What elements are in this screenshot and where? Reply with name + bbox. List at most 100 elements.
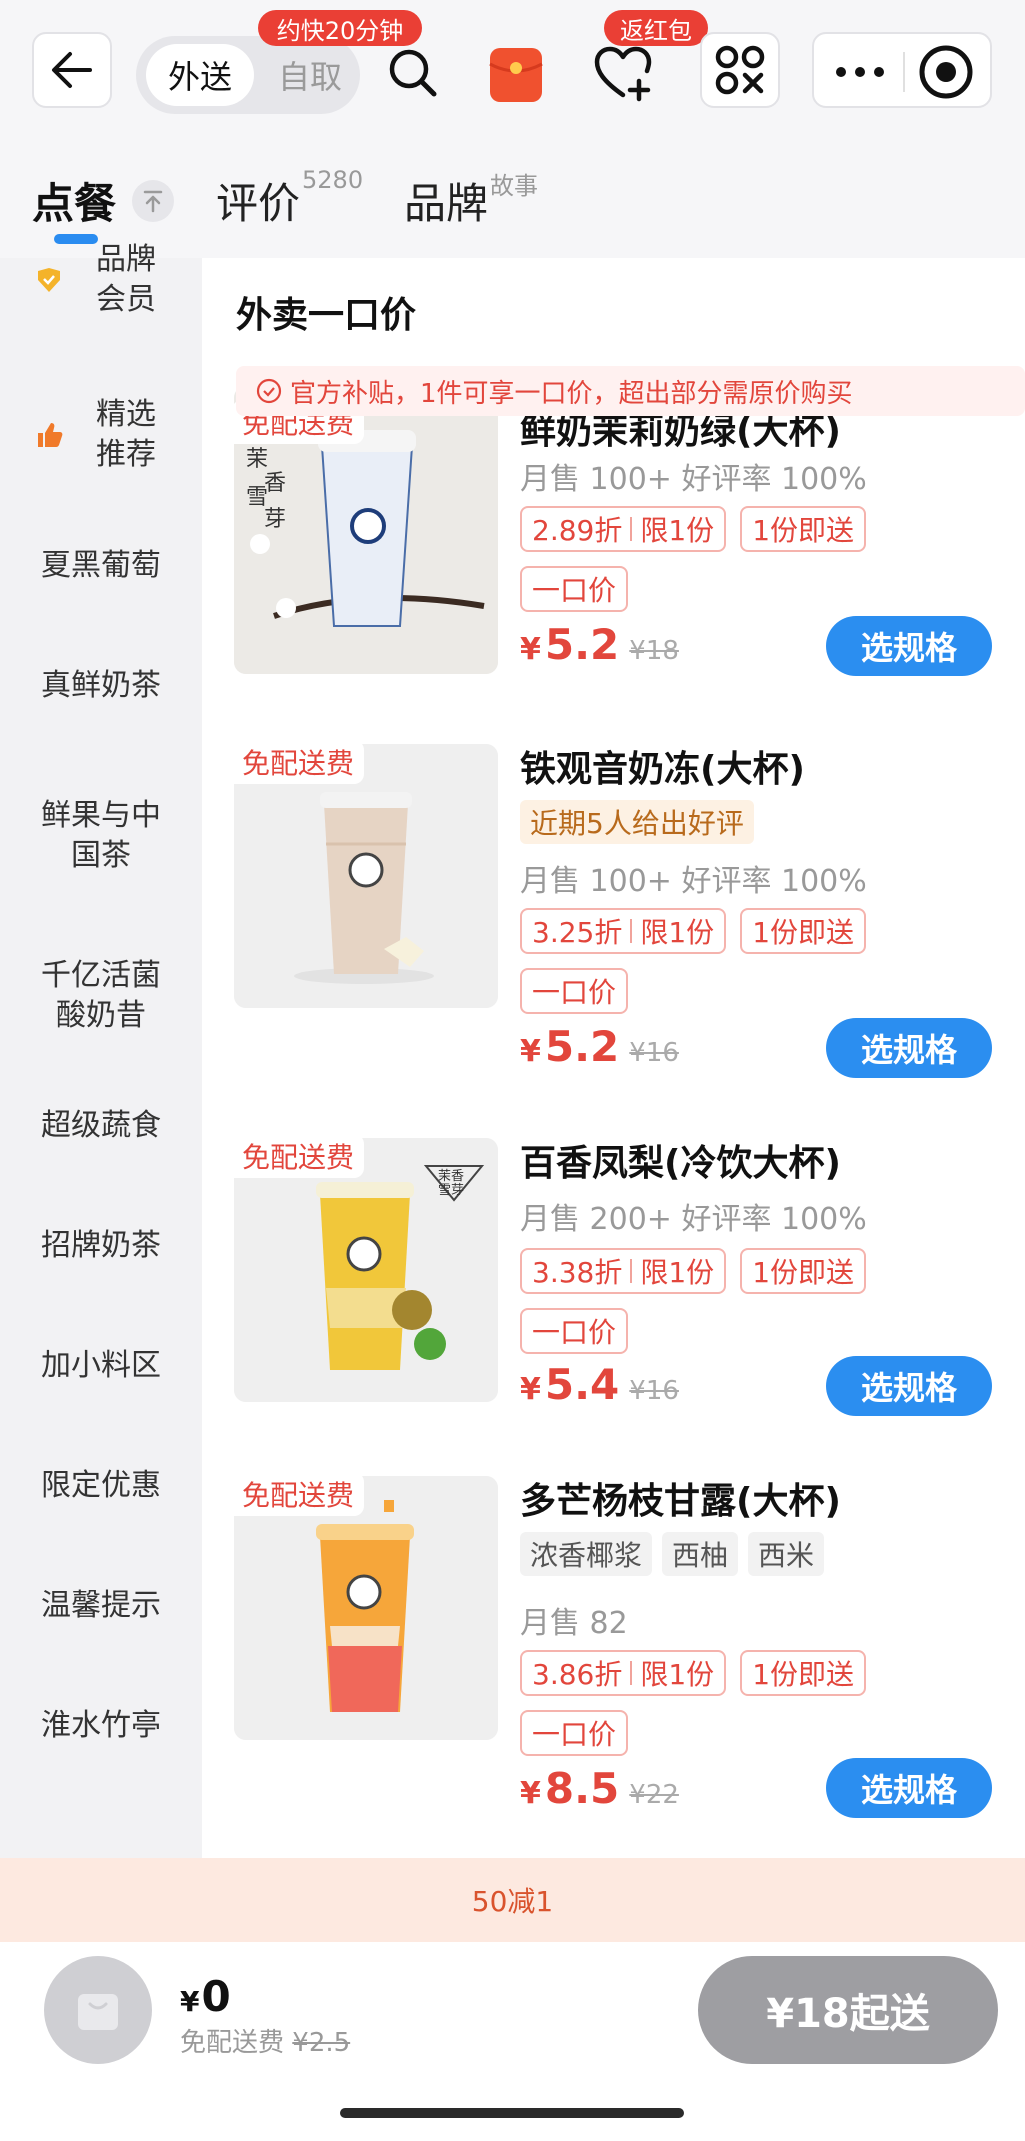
tab-order[interactable]: 点餐	[32, 170, 116, 231]
select-spec-button[interactable]: 选规格	[826, 1018, 992, 1078]
promo-banner[interactable]: 50减1	[0, 1858, 1025, 1942]
original-price: ¥16	[629, 1038, 679, 1068]
sidebar-item-label: 招牌奶茶	[41, 1228, 161, 1263]
currency: ¥	[520, 1372, 541, 1407]
tab-order-label: 点餐	[32, 179, 117, 228]
heart-plus-icon	[594, 46, 652, 102]
product-card[interactable]: 免配送费 铁观音奶冻(大杯) 近期5人给出好评 月售 100+ 好评率 100%…	[202, 740, 1025, 1080]
product-price: ¥5.4 ¥16	[520, 1360, 679, 1409]
select-spec-button[interactable]: 选规格	[826, 616, 992, 676]
cart-total: ¥0	[180, 1972, 231, 2021]
praise-tag: 近期5人给出好评	[520, 800, 754, 844]
fast-delivery-bubble: 约快20分钟	[258, 10, 422, 46]
product-price: ¥5.2 ¥16	[520, 1022, 679, 1071]
sidebar-item-limited[interactable]: 限定优惠	[0, 1456, 202, 1516]
back-button[interactable]	[32, 32, 112, 108]
limit-value: 限1份	[640, 916, 715, 949]
tab-brand[interactable]: 品牌故事	[404, 170, 538, 231]
more-button[interactable]	[828, 48, 892, 96]
promo-tags: 3.86折 限1份 1份即送	[520, 1650, 867, 1696]
review-count: 5280	[302, 166, 364, 194]
product-stats: 月售 100+ 好评率 100%	[520, 462, 867, 497]
promo-tags: 3.38折 限1份 1份即送	[520, 1248, 867, 1294]
product-name[interactable]: 多芒杨枝甘露(大杯)	[520, 1472, 841, 1524]
svg-text:茉香: 茉香	[438, 1169, 464, 1184]
fixed-price-tag: 一口价	[520, 1308, 629, 1354]
promo-tags: 3.25折 限1份 1份即送	[520, 908, 867, 954]
product-name[interactable]: 百香凤梨(冷饮大杯)	[520, 1134, 841, 1186]
search-button[interactable]	[384, 44, 442, 102]
free-delivery-badge: 免配送费	[232, 1472, 365, 1516]
tab-review[interactable]: 评价5280	[216, 166, 363, 231]
select-spec-button[interactable]: 选规格	[826, 1356, 992, 1416]
cart-button[interactable]	[44, 1956, 152, 2064]
currency: ¥	[520, 1776, 541, 1811]
price-value: 8.5	[544, 1764, 620, 1813]
delivery-mode-toggle[interactable]: 外送 自取	[136, 36, 360, 114]
discount-value: 3.86折	[532, 1658, 623, 1691]
fixed-price-tag: 一口价	[520, 566, 629, 612]
thumbs-up-icon	[34, 420, 64, 450]
sidebar-item-label: 夏黑葡萄	[41, 548, 161, 583]
shopping-bag-icon	[78, 1994, 118, 2030]
red-packet-icon	[489, 48, 543, 102]
fixed-price-tag: 一口价	[520, 968, 629, 1014]
sidebar-item-signature[interactable]: 招牌奶茶	[0, 1216, 202, 1276]
delivery-tag: 1份即送	[740, 908, 867, 954]
sidebar-item-grape[interactable]: 夏黑葡萄	[0, 536, 202, 596]
mini-program-capsule	[812, 32, 992, 108]
delivery-tag: 1份即送	[740, 1650, 867, 1696]
home-indicator[interactable]	[340, 2108, 684, 2118]
sidebar-item-tips[interactable]: 温馨提示	[0, 1576, 202, 1636]
discount-value: 3.25折	[532, 916, 623, 949]
sidebar-item-member[interactable]: 品牌 会员	[0, 240, 202, 320]
sidebar-item-fruit-tea[interactable]: 鲜果与中 国茶	[0, 794, 202, 878]
sidebar-item-veggie[interactable]: 超级蔬食	[0, 1096, 202, 1156]
original-price: ¥22	[629, 1780, 679, 1810]
pin-top-icon	[143, 190, 163, 213]
svg-text:雪芽: 雪芽	[438, 1183, 464, 1198]
fixed-price-row: 一口价	[520, 1710, 629, 1756]
top-header: 外送 自取 约快20分钟 返红包 点餐 评价5280 品牌故事	[0, 0, 1025, 258]
favorite-button[interactable]	[592, 44, 654, 104]
sidebar-item-milk-tea[interactable]: 真鲜奶茶	[0, 656, 202, 716]
arrow-left-icon	[52, 52, 92, 88]
limit-value: 限1份	[640, 1658, 715, 1691]
sidebar-item-label: 温馨提示	[41, 1588, 161, 1623]
category-sidebar: 品牌 会员 精选 推荐 夏黑葡萄 真鲜奶茶 鲜果与中 国茶 千亿活菌 酸奶昔 超…	[0, 242, 202, 1858]
delivery-option[interactable]: 外送	[146, 44, 254, 106]
sidebar-item-yogurt[interactable]: 千亿活菌 酸奶昔	[0, 954, 202, 1038]
product-card[interactable]: 免配送费 多芒杨枝甘露(大杯) 浓香椰浆 西柚 西米 月售 82 3.86折 限1…	[202, 1472, 1025, 1818]
sidebar-item-pavilion[interactable]: 淮水竹亭	[0, 1696, 202, 1756]
delivery-tag: 1份即送	[740, 1248, 867, 1294]
delivery-fee: 免配送费 ¥2.5	[180, 2022, 350, 2059]
product-card[interactable]: 茉香雪芽 免配送费 鲜奶茉莉奶绿(大杯) 月售 100+ 好评率 100% 2.…	[202, 386, 1025, 746]
sidebar-item-recommend[interactable]: 精选 推荐	[0, 392, 202, 478]
pin-top-button[interactable]	[132, 180, 174, 222]
svg-text:茉: 茉	[246, 447, 268, 472]
original-price: ¥16	[629, 1376, 679, 1406]
nav-bar: 外送 自取 约快20分钟 返红包	[0, 0, 1025, 140]
more-dots-icon	[836, 67, 884, 77]
select-spec-button[interactable]: 选规格	[826, 1758, 992, 1818]
price-value: 5.2	[544, 620, 620, 669]
limit-value: 限1份	[640, 514, 715, 547]
checkout-button[interactable]: ¥18起送	[698, 1956, 998, 2064]
product-card[interactable]: 茉香 雪芽 免配送费 百香凤梨(冷饮大杯) 月售 200+ 好评率 100% 3.…	[202, 1134, 1025, 1474]
product-name[interactable]: 铁观音奶冻(大杯)	[520, 740, 805, 792]
discount-tag: 3.86折 限1份	[520, 1650, 727, 1696]
fixed-price-row: 一口价	[520, 566, 629, 612]
discount-value: 3.38折	[532, 1256, 623, 1289]
qr-code-button[interactable]	[700, 32, 780, 108]
close-mini-program-button[interactable]	[914, 44, 978, 100]
option-chip: 西米	[748, 1532, 825, 1576]
red-packet-button[interactable]	[488, 44, 544, 104]
section-title: 外卖一口价	[236, 295, 417, 336]
pickup-option[interactable]: 自取	[266, 44, 354, 106]
sidebar-item-toppings[interactable]: 加小料区	[0, 1336, 202, 1396]
price-value: 5.2	[544, 1022, 620, 1071]
sidebar-item-label: 限定优惠	[41, 1468, 161, 1503]
promo-tags: 2.89折 限1份 1份即送	[520, 506, 867, 552]
currency: ¥	[180, 1985, 200, 2018]
option-chip: 浓香椰浆	[520, 1532, 653, 1576]
